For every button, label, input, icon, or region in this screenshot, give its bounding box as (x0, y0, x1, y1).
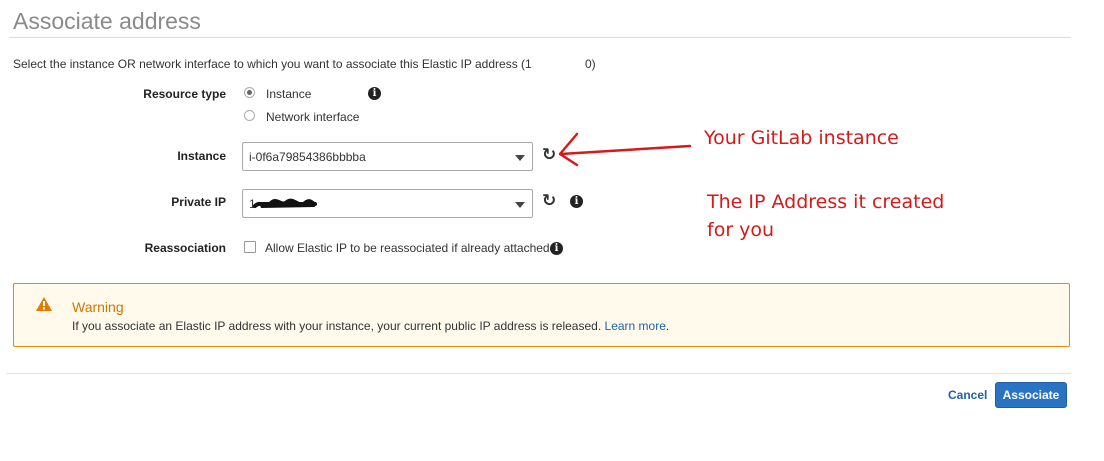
associate-button[interactable]: Associate (995, 382, 1067, 408)
radio-network-interface[interactable] (244, 110, 255, 121)
warning-triangle-icon (36, 297, 52, 311)
redaction-scribble (253, 198, 317, 208)
private-ip-select[interactable]: 1 (242, 189, 533, 218)
page-description: Select the instance OR network interface… (13, 57, 532, 71)
instance-label: Instance (177, 149, 226, 163)
info-icon[interactable]: i (368, 87, 381, 100)
warning-text: If you associate an Elastic IP address w… (72, 319, 602, 333)
chevron-down-icon (515, 202, 525, 208)
footer-divider (6, 373, 1071, 374)
annotation-arrow (558, 132, 692, 167)
warning-text-line: If you associate an Elastic IP address w… (72, 319, 669, 333)
instance-value: i-0f6a79854386bbbba (249, 150, 366, 164)
page-title: Associate address (13, 8, 201, 34)
reassociation-checkbox-label[interactable]: Allow Elastic IP to be reassociated if a… (265, 241, 550, 255)
instance-select[interactable]: i-0f6a79854386bbbba (242, 142, 533, 171)
radio-instance-label[interactable]: Instance (266, 87, 311, 101)
private-ip-label: Private IP (171, 195, 226, 209)
warning-title: Warning (72, 299, 124, 315)
learn-more-link[interactable]: Learn more (605, 319, 666, 333)
annotation-ip-note-line2: for you (707, 219, 775, 241)
reassociation-label: Reassociation (144, 241, 226, 255)
refresh-icon[interactable]: ↻ (542, 193, 556, 210)
warning-period: . (665, 319, 670, 333)
cancel-button[interactable]: Cancel (948, 388, 987, 402)
annotation-ip-note-line1: The IP Address it created (707, 191, 945, 213)
title-divider (9, 37, 1071, 38)
reassociation-checkbox[interactable] (244, 241, 256, 253)
radio-network-interface-label[interactable]: Network interface (266, 110, 359, 124)
info-icon[interactable]: i (550, 242, 563, 255)
radio-instance[interactable] (244, 87, 255, 98)
info-icon[interactable]: i (570, 195, 583, 208)
annotation-instance-note: Your GitLab instance (704, 127, 899, 149)
page-description-tail: 0) (585, 57, 596, 71)
warning-alert: Warning If you associate an Elastic IP a… (13, 283, 1070, 347)
chevron-down-icon (515, 155, 525, 161)
resource-type-label: Resource type (143, 87, 226, 101)
